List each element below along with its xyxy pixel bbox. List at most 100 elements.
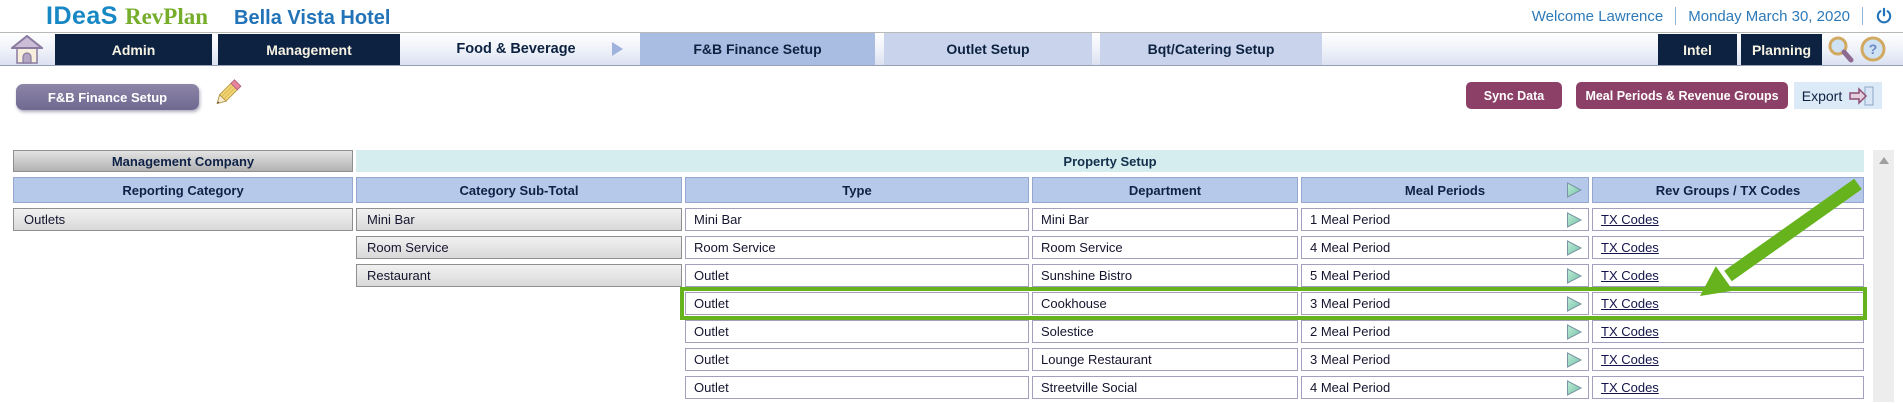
table-row: Room Service Room Service Room Service 4…: [13, 236, 1864, 259]
col-header-category-sub-total: Category Sub-Total: [356, 177, 682, 203]
play-arrow-icon[interactable]: [1565, 323, 1583, 340]
export-label: Export: [1802, 88, 1842, 104]
table-row: Outlet Solestice 2 Meal Period TX Codes: [13, 320, 1864, 343]
department-cell[interactable]: Room Service: [1032, 236, 1298, 259]
empty-cell: [356, 292, 682, 315]
breadcrumb-food-beverage[interactable]: Food & Beverage: [428, 33, 604, 65]
vertical-scrollbar[interactable]: [1873, 150, 1894, 402]
play-arrow-icon[interactable]: [1565, 351, 1583, 368]
empty-cell: [13, 348, 353, 371]
type-cell[interactable]: Outlet: [685, 292, 1029, 315]
empty-cell: [13, 292, 353, 315]
empty-cell: [356, 348, 682, 371]
play-arrow-icon[interactable]: [1565, 267, 1583, 284]
meal-periods-cell[interactable]: 5 Meal Period: [1301, 264, 1589, 287]
sync-data-button[interactable]: Sync Data: [1466, 82, 1562, 109]
tx-codes-link[interactable]: TX Codes: [1601, 268, 1659, 283]
tab-fb-finance-setup[interactable]: F&B Finance Setup: [640, 33, 875, 65]
main-nav: Admin Management Food & Beverage F&B Fin…: [0, 32, 1903, 66]
type-cell[interactable]: Mini Bar: [685, 208, 1029, 231]
meal-periods-cell[interactable]: 1 Meal Period: [1301, 208, 1589, 231]
play-arrow-icon[interactable]: [1565, 295, 1583, 312]
welcome-text: Welcome Lawrence: [1532, 8, 1663, 25]
col-header-type: Type: [685, 177, 1029, 203]
top-bar: IDeaS RevPlan Bella Vista Hotel Welcome …: [0, 0, 1903, 32]
tx-codes-link[interactable]: TX Codes: [1601, 380, 1659, 395]
property-name: Bella Vista Hotel: [234, 7, 390, 30]
empty-cell: [13, 236, 353, 259]
category-sub-total-cell[interactable]: Restaurant: [356, 264, 682, 287]
nav-management-button[interactable]: Management: [218, 34, 400, 65]
type-cell[interactable]: Outlet: [685, 320, 1029, 343]
rev-groups-cell: TX Codes: [1592, 264, 1864, 287]
department-cell[interactable]: Lounge Restaurant: [1032, 348, 1298, 371]
nav-intel-button[interactable]: Intel: [1658, 34, 1737, 65]
type-cell[interactable]: Room Service: [685, 236, 1029, 259]
breadcrumb-arrow-icon: [612, 42, 623, 56]
empty-cell: [13, 320, 353, 343]
play-arrow-icon[interactable]: [1565, 379, 1583, 396]
tab-outlet-setup[interactable]: Outlet Setup: [884, 33, 1092, 65]
search-icon[interactable]: [1824, 34, 1856, 66]
revplan-logo: RevPlan: [125, 4, 208, 30]
management-company-header: Management Company: [13, 150, 353, 172]
tx-codes-link[interactable]: TX Codes: [1601, 352, 1659, 367]
tx-codes-link[interactable]: TX Codes: [1601, 296, 1659, 311]
play-arrow-icon[interactable]: [1565, 211, 1583, 228]
department-cell[interactable]: Mini Bar: [1032, 208, 1298, 231]
fb-finance-table: Management Company Property Setup Report…: [10, 145, 1867, 404]
rev-groups-cell: TX Codes: [1592, 348, 1864, 371]
table-row: Outlet Streetville Social 4 Meal Period …: [13, 376, 1864, 399]
reporting-category-cell[interactable]: Outlets: [13, 208, 353, 231]
rev-groups-cell: TX Codes: [1592, 236, 1864, 259]
category-sub-total-cell[interactable]: Mini Bar: [356, 208, 682, 231]
export-button[interactable]: Export: [1794, 82, 1882, 109]
meal-periods-cell[interactable]: 4 Meal Period: [1301, 236, 1589, 259]
divider: [1675, 7, 1676, 25]
category-sub-total-cell[interactable]: Room Service: [356, 236, 682, 259]
meal-periods-revenue-groups-button[interactable]: Meal Periods & Revenue Groups: [1576, 82, 1788, 109]
date-text: Monday March 30, 2020: [1688, 8, 1850, 25]
meal-periods-cell[interactable]: 3 Meal Period: [1301, 292, 1589, 315]
table-row: Restaurant Outlet Sunshine Bistro 5 Meal…: [13, 264, 1864, 287]
ideas-logo: IDeaS: [46, 2, 118, 31]
edit-pencil-icon[interactable]: [208, 76, 244, 112]
col-header-department: Department: [1032, 177, 1298, 203]
type-cell[interactable]: Outlet: [685, 376, 1029, 399]
col-header-rev-groups: Rev Groups / TX Codes: [1592, 177, 1864, 203]
tx-codes-link[interactable]: TX Codes: [1601, 324, 1659, 339]
tab-bqt-catering-setup[interactable]: Bqt/Catering Setup: [1100, 33, 1322, 65]
export-arrow-icon: [1848, 86, 1874, 106]
rev-groups-cell: TX Codes: [1592, 292, 1864, 315]
scroll-up-icon[interactable]: [1879, 157, 1889, 164]
tx-codes-link[interactable]: TX Codes: [1601, 240, 1659, 255]
table-row: Outlets Mini Bar Mini Bar Mini Bar 1 Mea…: [13, 208, 1864, 231]
help-icon[interactable]: ?: [1857, 34, 1889, 66]
fb-finance-setup-button[interactable]: F&B Finance Setup: [16, 84, 199, 110]
meal-periods-cell[interactable]: 3 Meal Period: [1301, 348, 1589, 371]
brand-logo: IDeaS RevPlan Bella Vista Hotel: [46, 2, 390, 31]
topbar-right: Welcome Lawrence Monday March 30, 2020: [1532, 7, 1893, 25]
home-icon[interactable]: [10, 35, 44, 65]
department-cell[interactable]: Solestice: [1032, 320, 1298, 343]
tx-codes-link[interactable]: TX Codes: [1601, 212, 1659, 227]
nav-admin-button[interactable]: Admin: [55, 34, 212, 65]
type-cell[interactable]: Outlet: [685, 348, 1029, 371]
meal-periods-cell[interactable]: 4 Meal Period: [1301, 376, 1589, 399]
meal-periods-cell[interactable]: 2 Meal Period: [1301, 320, 1589, 343]
play-arrow-icon[interactable]: [1565, 182, 1583, 199]
department-cell[interactable]: Sunshine Bistro: [1032, 264, 1298, 287]
type-cell[interactable]: Outlet: [685, 264, 1029, 287]
play-arrow-icon[interactable]: [1565, 239, 1583, 256]
rev-groups-cell: TX Codes: [1592, 208, 1864, 231]
department-cell[interactable]: Cookhouse: [1032, 292, 1298, 315]
table-row: Outlet Lounge Restaurant 3 Meal Period T…: [13, 348, 1864, 371]
col-header-meal-periods: Meal Periods: [1301, 177, 1589, 203]
nav-planning-button[interactable]: Planning: [1741, 34, 1822, 65]
empty-cell: [13, 264, 353, 287]
power-icon[interactable]: [1875, 7, 1893, 25]
department-cell[interactable]: Streetville Social: [1032, 376, 1298, 399]
empty-cell: [13, 376, 353, 399]
property-setup-header: Property Setup: [356, 150, 1864, 172]
rev-groups-cell: TX Codes: [1592, 376, 1864, 399]
